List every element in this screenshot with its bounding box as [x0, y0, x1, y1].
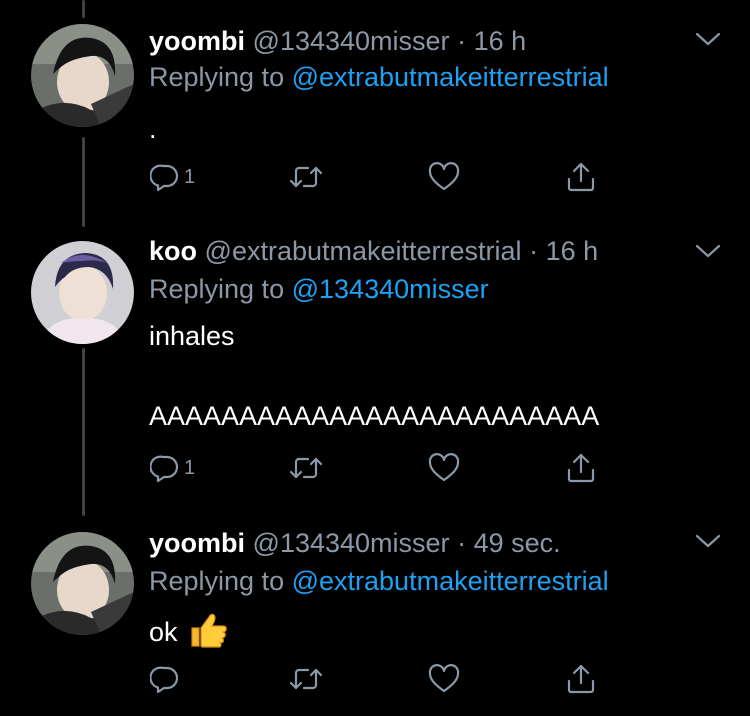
- share-icon: [567, 664, 595, 694]
- reply-count: 1: [184, 165, 196, 188]
- tweet-text-content: ok: [149, 617, 178, 648]
- avatar[interactable]: [31, 532, 134, 635]
- replying-prefix: Replying to: [149, 62, 285, 92]
- share-button[interactable]: [565, 160, 597, 194]
- action-bar: 1: [0, 451, 750, 485]
- reply-button[interactable]: [150, 662, 184, 696]
- action-bar: [0, 662, 750, 696]
- chevron-down-icon[interactable]: [694, 532, 722, 550]
- display-name[interactable]: yoombi: [149, 528, 245, 558]
- mention-link[interactable]: @extrabutmakeitterrestrial: [292, 566, 609, 596]
- replying-prefix: Replying to: [149, 274, 285, 304]
- reply-count: 1: [184, 456, 196, 479]
- replying-prefix: Replying to: [149, 566, 285, 596]
- avatar[interactable]: [31, 24, 134, 127]
- separator: ·: [457, 528, 467, 558]
- handle[interactable]: @134340misser: [253, 26, 450, 56]
- mention-link[interactable]: @134340misser: [292, 274, 489, 304]
- retweet-button[interactable]: [288, 451, 324, 485]
- tweet-text: ok: [149, 611, 229, 657]
- like-icon: [428, 664, 460, 693]
- chevron-down-icon[interactable]: [694, 30, 722, 48]
- retweet-button[interactable]: [288, 662, 324, 696]
- like-button[interactable]: [428, 451, 460, 485]
- replying-to: Replying to @extrabutmakeitterrestrial: [149, 565, 609, 597]
- share-button[interactable]: [565, 451, 597, 485]
- retweet-icon: [289, 668, 323, 690]
- share-icon: [567, 162, 595, 192]
- thumbs-up-emoji: [189, 611, 229, 657]
- reply-icon: [150, 455, 179, 483]
- tweet-text: .: [149, 114, 157, 144]
- chevron-down-icon[interactable]: [694, 242, 722, 260]
- tweet[interactable]: koo @extrabutmakeitterrestrial · 16 h Re…: [0, 210, 750, 510]
- handle[interactable]: @extrabutmakeitterrestrial: [205, 236, 522, 266]
- tweet-header: yoombi @134340misser · 49 sec.: [149, 527, 561, 559]
- timestamp[interactable]: 49 sec.: [474, 528, 561, 558]
- separator: ·: [457, 26, 467, 56]
- tweet-text-line: AAAAAAAAAAAAAAAAAAAAAAAAA: [149, 401, 600, 431]
- retweet-icon: [289, 166, 323, 188]
- replying-to: Replying to @134340misser: [149, 273, 489, 305]
- like-button[interactable]: [428, 662, 460, 696]
- handle[interactable]: @134340misser: [253, 528, 450, 558]
- reply-button[interactable]: 1: [150, 451, 195, 485]
- tweet[interactable]: yoombi @134340misser · 49 sec. Replying …: [0, 510, 750, 716]
- reply-button[interactable]: 1: [150, 160, 195, 194]
- avatar[interactable]: [31, 241, 134, 344]
- share-icon: [567, 453, 595, 483]
- replying-to: Replying to @extrabutmakeitterrestrial: [149, 61, 609, 93]
- reply-icon: [150, 666, 179, 694]
- display-name[interactable]: yoombi: [149, 26, 245, 56]
- tweet-text-line: inhales: [149, 321, 235, 351]
- like-button[interactable]: [428, 160, 460, 194]
- action-bar: 1: [0, 160, 750, 194]
- retweet-button[interactable]: [288, 160, 324, 194]
- reply-icon: [150, 164, 179, 192]
- tweet[interactable]: yoombi @134340misser · 16 h Replying to …: [0, 0, 750, 210]
- tweet-header: yoombi @134340misser · 16 h: [149, 25, 526, 57]
- display-name[interactable]: koo: [149, 236, 197, 266]
- share-button[interactable]: [565, 662, 597, 696]
- separator: ·: [529, 236, 539, 266]
- mention-link[interactable]: @extrabutmakeitterrestrial: [292, 62, 609, 92]
- timestamp[interactable]: 16 h: [546, 236, 599, 266]
- tweet-header: koo @extrabutmakeitterrestrial · 16 h: [149, 235, 598, 267]
- like-icon: [428, 162, 460, 191]
- retweet-icon: [289, 457, 323, 479]
- timestamp[interactable]: 16 h: [474, 26, 527, 56]
- like-icon: [428, 453, 460, 482]
